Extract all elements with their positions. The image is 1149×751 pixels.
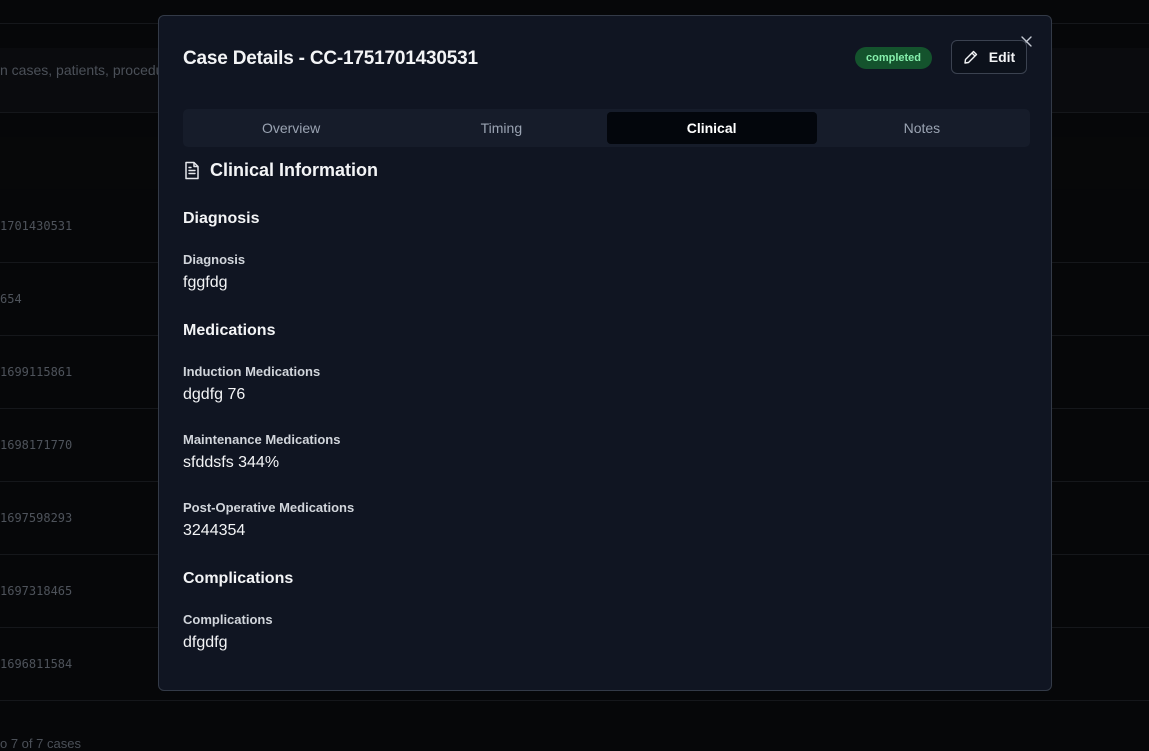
group-title: Complications: [183, 570, 294, 587]
field-label: Diagnosis: [183, 252, 246, 267]
diagnosis-group: Diagnosis Diagnosis fggfdg: [183, 210, 1023, 294]
tab-timing[interactable]: Timing: [396, 112, 606, 144]
tab-clinical[interactable]: Clinical: [606, 112, 817, 144]
field-label: Complications: [183, 612, 273, 627]
case-id: 1701430531: [0, 219, 73, 233]
case-id: 1696811584: [0, 657, 73, 671]
case-details-modal: Case Details - CC-1751701430531 complete…: [158, 15, 1052, 691]
field-value: sfddsfs 344%: [183, 454, 280, 471]
section-header: Clinical Information: [183, 160, 378, 181]
case-id: 1697318465: [0, 584, 73, 598]
modal-title: Case Details - CC-1751701430531: [183, 48, 478, 69]
field-value: fggfdg: [183, 274, 228, 291]
field-label: Induction Medications: [183, 364, 321, 379]
case-id: 1699115861: [0, 365, 73, 379]
status-badge: completed: [855, 47, 933, 69]
field-label: Post-Operative Medications: [183, 500, 355, 515]
case-id: 1698171770: [0, 438, 73, 452]
field-value: dfgdfg: [183, 634, 228, 651]
field-label: Maintenance Medications: [183, 432, 341, 447]
document-icon: [185, 161, 199, 180]
pencil-icon: [964, 50, 977, 64]
pagination-summary: o 7 of 7 cases: [0, 736, 81, 751]
edit-button-label: Edit: [988, 49, 1016, 65]
divider: [0, 700, 1149, 701]
tab-list: Overview Timing Clinical Notes: [183, 109, 1030, 147]
case-id: 1697598293: [0, 511, 73, 525]
complications-group: Complications Complications dfgdfg: [183, 570, 1023, 654]
search-placeholder: n cases, patients, procedu: [0, 62, 164, 78]
field-value: dgdfg 76: [183, 386, 246, 403]
field-value: 3244354: [183, 522, 246, 539]
case-id: 654: [0, 292, 22, 306]
group-title: Medications: [183, 322, 276, 339]
tab-overview[interactable]: Overview: [186, 112, 396, 144]
tab-notes[interactable]: Notes: [817, 112, 1027, 144]
edit-button[interactable]: Edit: [951, 40, 1027, 74]
group-title: Diagnosis: [183, 210, 260, 227]
clinical-content: Diagnosis Diagnosis fggfdg Medications I…: [183, 210, 1023, 654]
medications-group: Medications Induction Medications dgdfg …: [183, 322, 1023, 542]
section-title: Clinical Information: [210, 160, 379, 180]
